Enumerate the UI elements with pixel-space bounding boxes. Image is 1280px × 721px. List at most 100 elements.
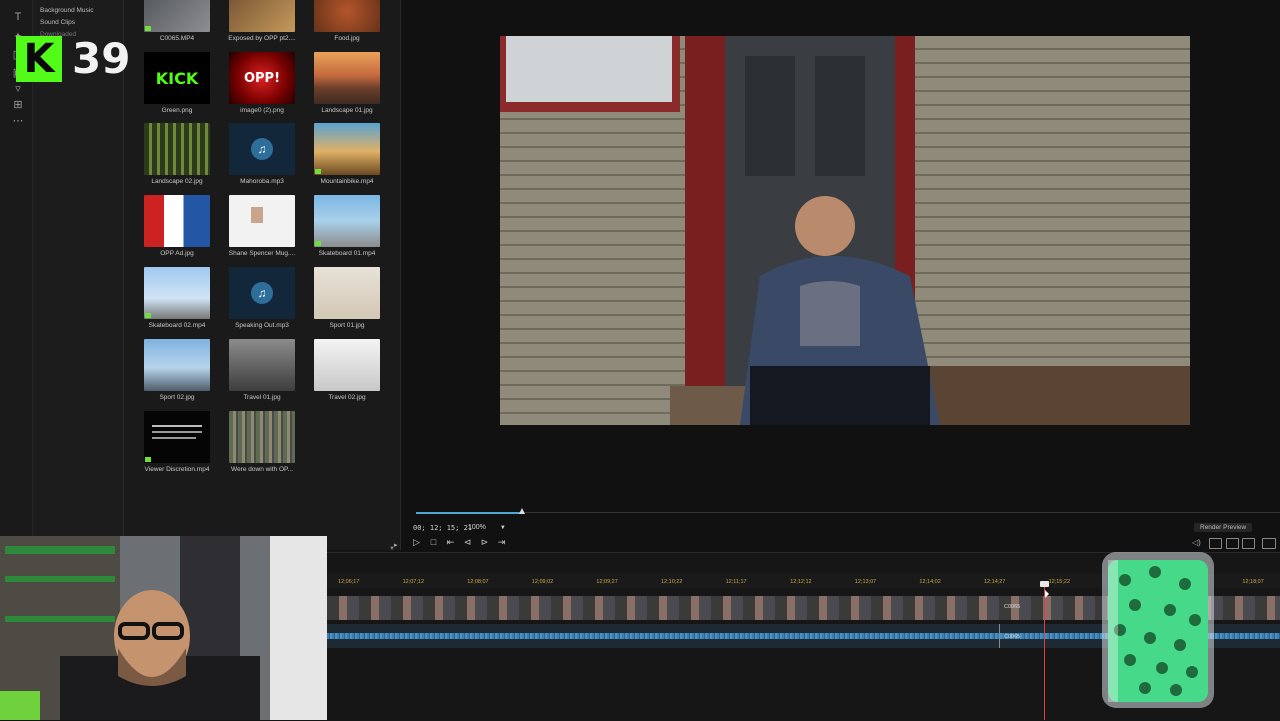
display-quality-icon[interactable] — [1226, 538, 1239, 549]
stop-icon[interactable]: □ — [428, 537, 439, 548]
video-badge-icon — [315, 241, 321, 246]
kick-follower-badge: K 39 — [16, 34, 131, 84]
playhead[interactable] — [1044, 583, 1045, 720]
media-item[interactable]: Landscape 01.jpg — [304, 52, 390, 120]
media-item[interactable]: ♫ Speaking Out.mp3 — [219, 267, 305, 335]
scrub-track[interactable] — [522, 512, 1280, 513]
media-name: Skateboard 01.mp4 — [318, 250, 376, 257]
text-line — [152, 431, 202, 433]
ruler-tick-label: 12;09;27 — [596, 579, 618, 585]
media-name: Landscape 01.jpg — [321, 107, 373, 114]
media-thumbnail — [314, 267, 380, 319]
audio-clip-label: C0065 — [1004, 634, 1021, 640]
ruler-tick-label: 12;06;17 — [338, 579, 360, 585]
media-thumbnail — [229, 339, 295, 391]
media-item[interactable]: OPP! image0 (2).png — [219, 52, 305, 120]
media-item[interactable]: Landscape 02.jpg — [134, 123, 220, 191]
media-thumbnail — [229, 411, 295, 463]
media-name: Green.png — [161, 107, 193, 114]
undock-icon[interactable] — [1242, 538, 1255, 549]
kick-jar-overlay — [1100, 550, 1216, 710]
category-background-music[interactable]: Background Music — [40, 7, 93, 14]
media-library: C0065.MP4 Exposed by OPP pt2.... Food.jp… — [124, 0, 401, 552]
kick-count: 39 — [72, 34, 131, 83]
text-icon[interactable]: T — [11, 10, 25, 24]
volume-icon[interactable]: ◁) — [1192, 538, 1203, 547]
ruler-tick-label: 12;08;07 — [467, 579, 489, 585]
scrub-progress[interactable] — [416, 512, 522, 514]
media-name: Exposed by OPP pt2.... — [228, 35, 296, 42]
play-icon[interactable]: ▷ — [411, 537, 422, 548]
scrub-handle[interactable] — [519, 508, 525, 514]
media-item[interactable]: Mountainbike.mp4 — [304, 123, 390, 191]
media-name: OPP Ad.jpg — [160, 250, 194, 257]
media-thumbnail — [314, 123, 380, 175]
media-name: Sport 02.jpg — [159, 394, 195, 401]
more-icon[interactable]: ⋯ — [11, 114, 25, 128]
video-preview — [500, 36, 1190, 425]
snapshot-icon[interactable] — [1209, 538, 1222, 549]
video-clip-label: C0065 — [1004, 604, 1021, 610]
previous-frame-icon[interactable]: ⇤ — [445, 537, 456, 548]
media-name: Viewer Discretion.mp4 — [144, 466, 210, 473]
media-item[interactable]: KICK Green.png — [134, 52, 220, 120]
kick-logo-icon: K — [16, 36, 62, 82]
step-back-icon[interactable]: ⊲ — [462, 537, 473, 548]
collapse-icon[interactable]: ▸ — [394, 541, 398, 549]
webcam-overlay — [0, 536, 327, 720]
media-item[interactable]: OPP Ad.jpg — [134, 195, 220, 263]
media-thumbnail — [144, 195, 210, 247]
ruler-tick-label: 12;10;22 — [661, 579, 683, 585]
ruler-tick-label: 12;14;27 — [984, 579, 1006, 585]
media-item[interactable]: Skateboard 02.mp4 — [134, 267, 220, 335]
media-item[interactable]: C0065.MP4 — [134, 0, 220, 48]
media-thumbnail — [144, 411, 210, 463]
video-badge-icon — [145, 313, 151, 318]
media-name: Travel 01.jpg — [243, 394, 281, 401]
media-item[interactable]: Skateboard 01.mp4 — [304, 195, 390, 263]
ruler-tick-label: 12;12;12 — [790, 579, 812, 585]
media-item[interactable]: Travel 02.jpg — [304, 339, 390, 407]
media-item[interactable]: Sport 01.jpg — [304, 267, 390, 335]
crop-icon[interactable]: ⊞ — [11, 98, 25, 112]
media-thumbnail — [314, 195, 380, 247]
media-thumbnail — [144, 0, 210, 32]
media-item[interactable]: Viewer Discretion.mp4 — [134, 411, 220, 479]
ruler-tick-label: 12;13;07 — [854, 579, 877, 585]
media-item[interactable]: Food.jpg — [304, 0, 390, 48]
media-name: Skateboard 02.mp4 — [148, 322, 206, 329]
video-badge-icon — [315, 169, 321, 174]
media-name: Mahoroba.mp3 — [240, 178, 284, 185]
filter-icon[interactable]: ▿ — [11, 82, 25, 96]
ruler-tick-label: 12;15;22 — [1048, 579, 1071, 585]
media-item[interactable]: Travel 01.jpg — [219, 339, 305, 407]
media-name: Speaking Out.mp3 — [235, 322, 289, 329]
step-forward-icon[interactable]: ⊳ — [479, 537, 490, 548]
fast-forward-icon[interactable]: ⇥ — [496, 537, 507, 548]
playhead-handle[interactable] — [1040, 581, 1049, 587]
aspect-ratio-icon[interactable] — [1262, 538, 1276, 549]
media-name: Were down with OP... — [231, 466, 293, 473]
render-preview-button[interactable]: Render Preview — [1194, 523, 1253, 532]
ruler-tick-label: 12;14;02 — [919, 579, 941, 585]
media-item[interactable]: Were down with OP... — [219, 411, 305, 479]
zoom-select[interactable]: 100% ▼ — [468, 524, 506, 531]
media-item[interactable]: Shane Spencer Mug.... — [219, 195, 305, 263]
media-thumbnail: ♫ — [229, 123, 295, 175]
timecode-display[interactable]: 00; 12; 15; 21 — [413, 524, 472, 532]
media-name: Food.jpg — [334, 35, 360, 42]
media-item[interactable]: Sport 02.jpg — [134, 339, 220, 407]
media-thumbnail — [144, 123, 210, 175]
media-name: image0 (2).png — [240, 107, 284, 114]
category-sound-clips[interactable]: Sound Clips — [40, 19, 75, 26]
media-item[interactable]: ♫ Mahoroba.mp3 — [219, 123, 305, 191]
media-name: Sport 01.jpg — [329, 322, 365, 329]
media-item[interactable]: Exposed by OPP pt2.... — [219, 0, 305, 48]
text-line — [152, 437, 196, 439]
music-note-icon: ♫ — [251, 138, 273, 160]
media-name: Shane Spencer Mug.... — [228, 250, 296, 257]
media-thumbnail — [314, 52, 380, 104]
chevron-down-icon: ▼ — [499, 525, 506, 531]
jar-graphic — [1102, 552, 1214, 708]
media-name: Mountainbike.mp4 — [320, 178, 374, 185]
